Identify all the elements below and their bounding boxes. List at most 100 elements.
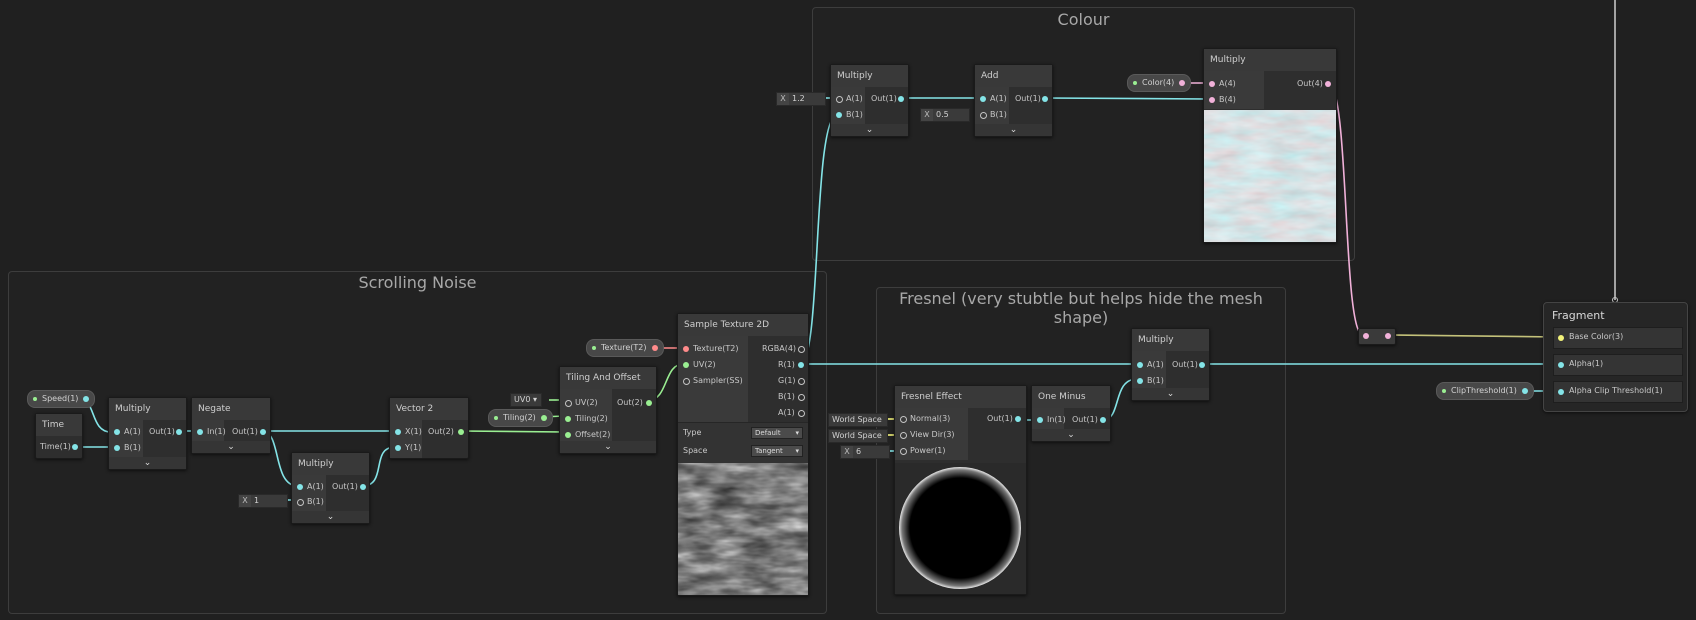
- sample-texture-uv-dot[interactable]: [683, 362, 689, 368]
- sample-texture-g-port[interactable]: G(1): [778, 374, 796, 388]
- fresnel-viewdir-port[interactable]: View Dir(3): [910, 428, 955, 442]
- vector2-out-port[interactable]: Out(2): [428, 425, 454, 439]
- sample-texture-texture-port[interactable]: Texture(T2): [693, 342, 739, 356]
- convert-out-dot[interactable]: [1385, 333, 1391, 339]
- fresnel-viewdir-space[interactable]: World Space: [828, 429, 888, 443]
- sample-texture-b-dot[interactable]: [798, 394, 805, 401]
- sample-texture-a-dot[interactable]: [798, 410, 805, 417]
- tiling-offset-out-port[interactable]: Out(2): [617, 396, 643, 410]
- one-minus-in-dot[interactable]: [1037, 417, 1043, 423]
- tiling-offset-out-dot[interactable]: [646, 400, 652, 406]
- multiply-color-out-port[interactable]: Out(4): [1297, 77, 1323, 91]
- multiply-fresnel-out-port[interactable]: Out(1): [1172, 358, 1198, 372]
- collapse-chevron-icon[interactable]: ⌄: [1132, 388, 1209, 400]
- fragment-alpha-clip-dot[interactable]: [1558, 389, 1564, 395]
- multiply-scale-a-port[interactable]: A(1): [846, 92, 863, 106]
- negate-in-dot[interactable]: [197, 429, 203, 435]
- multiply-fresnel-node[interactable]: Multiply A(1) B(1) Out(1) ⌄: [1131, 328, 1210, 401]
- fragment-master-node[interactable]: Fragment Base Color(3) Alpha(1) Alpha Cl…: [1543, 302, 1688, 412]
- collapse-chevron-icon[interactable]: ⌄: [109, 457, 186, 469]
- one-minus-node[interactable]: One Minus In(1) Out(1) ⌄: [1031, 385, 1111, 442]
- sample-texture-node[interactable]: Sample Texture 2D Texture(T2) UV(2) Samp…: [677, 313, 809, 596]
- add-out-port[interactable]: Out(1): [1015, 92, 1041, 106]
- sample-texture-r-port[interactable]: R(1): [778, 358, 795, 372]
- sample-texture-texture-dot[interactable]: [683, 346, 689, 352]
- uv-channel-field[interactable]: UV0 ▾: [510, 393, 542, 407]
- fresnel-power-port[interactable]: Power(1): [910, 444, 946, 458]
- sample-texture-rgba-dot[interactable]: [798, 346, 805, 353]
- multiply-one-out-port[interactable]: Out(1): [332, 480, 358, 494]
- vector2-y-dot[interactable]: [395, 445, 401, 451]
- tiling-offset-uv-port[interactable]: UV(2): [575, 396, 598, 410]
- multiply-one-node[interactable]: Multiply A(1) B(1) Out(1) ⌄: [291, 452, 370, 524]
- tiling-offset-tiling-port[interactable]: Tiling(2): [575, 412, 608, 426]
- tiling-offset-offset-port[interactable]: Offset(2): [575, 428, 610, 442]
- time-out-port[interactable]: Time(1): [40, 440, 71, 454]
- fresnel-power-field[interactable]: X6: [840, 445, 890, 459]
- add-a-dot[interactable]: [980, 96, 986, 102]
- one-minus-in-port[interactable]: In(1): [1047, 413, 1066, 427]
- multiply-one-a-port[interactable]: A(1): [307, 480, 324, 494]
- tiling-offset-tiling-dot[interactable]: [565, 416, 571, 422]
- fragment-base-color-port[interactable]: Base Color(3): [1569, 330, 1623, 344]
- tiling-offset-uv-dot[interactable]: [565, 400, 572, 407]
- fresnel-effect-node[interactable]: Fresnel Effect Normal(3) View Dir(3) Pow…: [894, 385, 1027, 595]
- fresnel-normal-space[interactable]: World Space: [828, 413, 888, 427]
- sample-texture-rgba-port[interactable]: RGBA(4): [762, 342, 796, 356]
- fragment-alpha-clip-port[interactable]: Alpha Clip Threshold(1): [1569, 384, 1663, 398]
- vector2-x-port[interactable]: X(1): [405, 425, 422, 439]
- multiply-color-out-dot[interactable]: [1325, 81, 1331, 87]
- fresnel-out-dot[interactable]: [1015, 416, 1021, 422]
- multiply-fresnel-b-port[interactable]: B(1): [1147, 374, 1164, 388]
- multiply-one-b-dot[interactable]: [297, 499, 304, 506]
- multiply-fresnel-a-port[interactable]: A(1): [1147, 358, 1164, 372]
- add-b-port[interactable]: B(1): [990, 108, 1007, 122]
- multiply-one-out-dot[interactable]: [360, 484, 366, 490]
- multiply-scale-b-dot[interactable]: [836, 112, 842, 118]
- negate-node[interactable]: Negate In(1) Out(1) ⌄: [191, 397, 271, 454]
- sample-texture-b-port[interactable]: B(1): [778, 390, 795, 404]
- time-out-dot[interactable]: [72, 444, 78, 450]
- multiply-speed-a-dot[interactable]: [114, 429, 120, 435]
- multiply-one-b-field[interactable]: X1: [238, 494, 288, 508]
- tiling-offset-offset-dot[interactable]: [565, 432, 571, 438]
- multiply-fresnel-b-dot[interactable]: [1137, 378, 1143, 384]
- multiply-fresnel-a-dot[interactable]: [1137, 362, 1143, 368]
- multiply-speed-b-port[interactable]: B(1): [124, 441, 141, 455]
- multiply-scale-a-dot[interactable]: [836, 96, 843, 103]
- multiply-speed-b-dot[interactable]: [114, 445, 120, 451]
- multiply-scale-node[interactable]: Multiply A(1) B(1) Out(1) ⌄: [830, 64, 909, 137]
- add-b-field[interactable]: X 0.5: [920, 108, 970, 122]
- vector2-x-dot[interactable]: [395, 429, 401, 435]
- add-b-dot[interactable]: [980, 112, 987, 119]
- multiply-scale-b-port[interactable]: B(1): [846, 108, 863, 122]
- add-node[interactable]: Add A(1) B(1) Out(1) ⌄: [974, 64, 1053, 137]
- fresnel-normal-dot[interactable]: [900, 416, 907, 423]
- collapse-chevron-icon[interactable]: ⌄: [560, 441, 656, 453]
- fragment-alpha-port[interactable]: Alpha(1): [1569, 357, 1603, 371]
- fresnel-out-port[interactable]: Out(1): [987, 412, 1013, 426]
- fresnel-viewdir-dot[interactable]: [900, 432, 907, 439]
- collapse-chevron-icon[interactable]: ⌄: [975, 124, 1052, 136]
- multiply-scale-out-port[interactable]: Out(1): [871, 92, 897, 106]
- multiply-color-b-dot[interactable]: [1209, 97, 1215, 103]
- sample-texture-space-dropdown[interactable]: Tangent ▾: [751, 445, 803, 457]
- clip-threshold-property[interactable]: ClipThreshold(1): [1436, 382, 1534, 400]
- sample-texture-uv-port[interactable]: UV(2): [693, 358, 716, 372]
- one-minus-out-port[interactable]: Out(1): [1072, 413, 1098, 427]
- sample-texture-sampler-dot[interactable]: [683, 378, 690, 385]
- sample-texture-sampler-port[interactable]: Sampler(SS): [693, 374, 743, 388]
- tiling-property[interactable]: Tiling(2): [488, 409, 553, 427]
- multiply-color-b-port[interactable]: B(4): [1219, 93, 1236, 107]
- sample-texture-type-dropdown[interactable]: Default ▾: [751, 427, 803, 439]
- vector2-node[interactable]: Vector 2 X(1) Y(1) Out(2): [389, 397, 469, 459]
- multiply-scale-out-dot[interactable]: [898, 96, 904, 102]
- add-out-dot[interactable]: [1042, 96, 1048, 102]
- multiply-fresnel-out-dot[interactable]: [1199, 362, 1205, 368]
- color-property[interactable]: Color(4): [1127, 74, 1192, 92]
- fragment-alpha-dot[interactable]: [1558, 362, 1564, 368]
- convert-in-dot[interactable]: [1363, 333, 1369, 339]
- collapse-chevron-icon[interactable]: ⌄: [292, 511, 369, 523]
- multiply-speed-out-dot[interactable]: [176, 429, 182, 435]
- multiply-speed-out-port[interactable]: Out(1): [149, 425, 175, 439]
